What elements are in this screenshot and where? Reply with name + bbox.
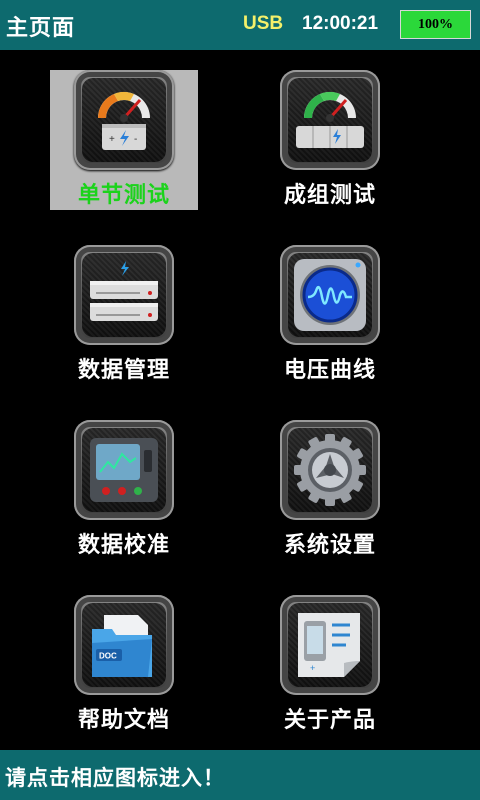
help-document-icon: DOC xyxy=(74,595,174,695)
svg-text:+: + xyxy=(310,663,315,673)
menu-item-label: 系统设置 xyxy=(283,533,376,558)
svg-text:-: - xyxy=(134,134,137,145)
menu-item-label: 数据校准 xyxy=(77,533,170,558)
svg-text:+: + xyxy=(109,134,115,145)
single-cell-test-icon: + - xyxy=(74,70,174,170)
menu-item-label: 电压曲线 xyxy=(283,358,376,383)
data-management-icon xyxy=(74,245,174,345)
menu-item-label: 成组测试 xyxy=(283,183,376,208)
menu-item-label: 帮助文档 xyxy=(77,708,170,733)
clock: 12:00:21 xyxy=(302,13,379,34)
menu-item-single-cell-test[interactable]: + - 单节测试 xyxy=(50,70,198,210)
hint-text: 请点击相应图标进入！ xyxy=(5,766,225,790)
about-product-icon: + xyxy=(280,595,380,695)
hint-bar: 请点击相应图标进入！ xyxy=(0,750,480,800)
menu-item-about-product[interactable]: + 关于产品 xyxy=(256,595,404,735)
battery-indicator: 100% xyxy=(400,10,471,39)
menu-item-system-settings[interactable]: 系统设置 xyxy=(256,420,404,560)
system-settings-icon xyxy=(280,420,380,520)
doc-badge: DOC xyxy=(99,652,117,661)
menu-item-help-document[interactable]: DOC 帮助文档 xyxy=(50,595,198,735)
page-title: 主页面 xyxy=(6,16,76,41)
usb-indicator: USB xyxy=(243,13,284,34)
menu-item-group-test[interactable]: 成组测试 xyxy=(256,70,404,210)
menu-item-data-calibration[interactable]: 数据校准 xyxy=(50,420,198,560)
menu-item-voltage-curve[interactable]: 电压曲线 xyxy=(256,245,404,385)
menu-item-label: 单节测试 xyxy=(77,183,170,208)
menu-item-data-management[interactable]: 数据管理 xyxy=(50,245,198,385)
data-calibration-icon xyxy=(74,420,174,520)
menu-item-label: 关于产品 xyxy=(283,708,376,733)
voltage-curve-icon xyxy=(280,245,380,345)
menu-item-label: 数据管理 xyxy=(77,358,170,383)
group-test-icon xyxy=(280,70,380,170)
battery-level: 100% xyxy=(418,16,453,32)
status-bar: 主页面 USB 12:00:21 100% xyxy=(0,0,480,50)
